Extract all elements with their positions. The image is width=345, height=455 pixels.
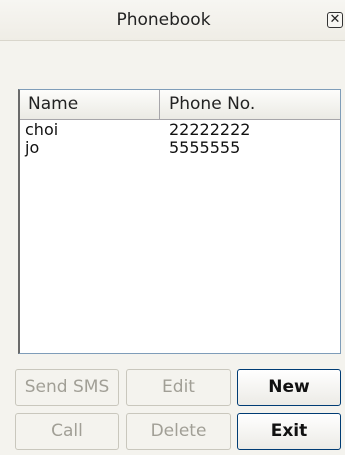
phonebook-window: Phonebook ✕ Name Phone No. choi 22222222… [0, 0, 345, 455]
contact-phone: 5555555 [169, 138, 241, 157]
contacts-list[interactable]: Name Phone No. choi 22222222 jo 5555555 [18, 89, 341, 354]
delete-button[interactable]: Delete [126, 413, 231, 450]
send-sms-button[interactable]: Send SMS [15, 369, 119, 406]
call-button[interactable]: Call [15, 413, 119, 450]
list-header: Name Phone No. [20, 90, 340, 120]
exit-button[interactable]: Exit [237, 413, 341, 450]
new-button[interactable]: New [237, 369, 341, 406]
window-title: Phonebook [116, 10, 211, 30]
list-item[interactable]: choi 22222222 [20, 121, 340, 139]
list-item[interactable]: jo 5555555 [20, 139, 340, 157]
contact-phone: 22222222 [169, 120, 251, 139]
title-bar: Phonebook ✕ [0, 0, 345, 41]
edit-button[interactable]: Edit [126, 369, 231, 406]
contact-name: choi [25, 120, 59, 139]
column-header-phone[interactable]: Phone No. [161, 90, 341, 119]
contact-name: jo [25, 138, 40, 157]
column-header-name[interactable]: Name [20, 90, 160, 119]
close-icon[interactable]: ✕ [327, 12, 343, 28]
